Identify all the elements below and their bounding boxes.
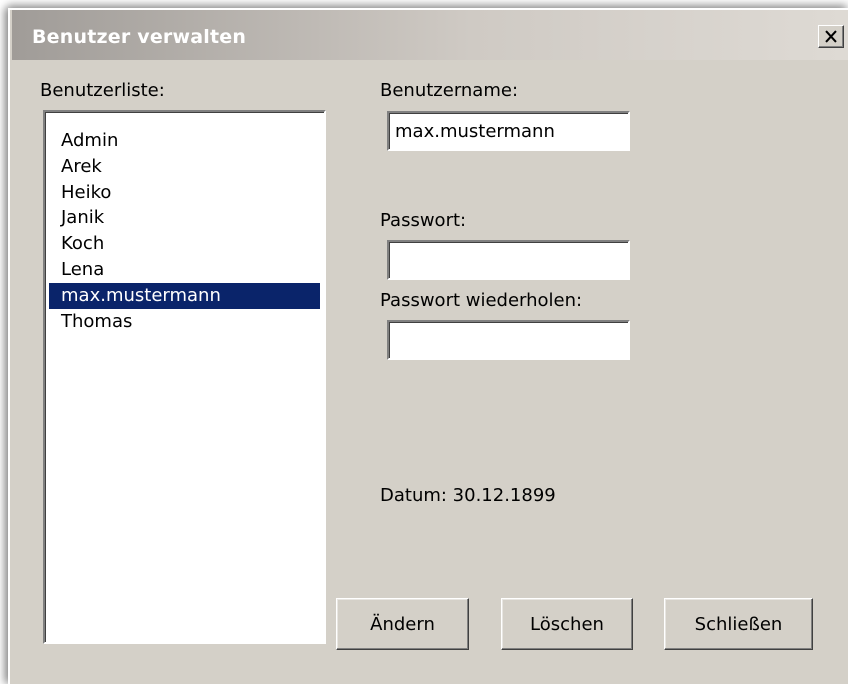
- password-label: Passwort:: [380, 210, 467, 231]
- password-input[interactable]: [387, 240, 630, 280]
- list-item[interactable]: Arek: [49, 154, 320, 180]
- change-button[interactable]: Ändern: [336, 598, 469, 650]
- username-input[interactable]: [387, 111, 630, 151]
- title-bar[interactable]: Benutzer verwalten: [12, 10, 848, 60]
- list-item[interactable]: Koch: [49, 231, 320, 257]
- user-listbox[interactable]: Admin Arek Heiko Janik Koch Lena max.musterman…: [43, 110, 326, 644]
- list-item[interactable]: Heiko: [49, 180, 320, 206]
- list-item[interactable]: Admin: [49, 128, 320, 154]
- close-button[interactable]: Schließen: [664, 598, 813, 650]
- list-item[interactable]: max.mustermann: [49, 282, 320, 309]
- delete-button[interactable]: Löschen: [501, 598, 633, 650]
- user-list: Admin Arek Heiko Janik Koch Lena max.musterman…: [45, 112, 324, 334]
- close-window-button[interactable]: [818, 25, 844, 48]
- username-label: Benutzername:: [380, 80, 519, 101]
- user-management-dialog: Benutzer verwalten Benutzerliste: Admin A…: [8, 8, 848, 684]
- userlist-label: Benutzerliste:: [40, 80, 165, 101]
- list-item[interactable]: Thomas: [49, 309, 320, 335]
- list-item[interactable]: Lena: [49, 257, 320, 283]
- window-title: Benutzer verwalten: [32, 26, 247, 48]
- date-text: Datum: 30.12.1899: [380, 485, 556, 506]
- password-repeat-label: Passwort wiederholen:: [380, 290, 583, 311]
- close-icon: [825, 30, 837, 43]
- password-repeat-input[interactable]: [387, 320, 630, 360]
- list-item[interactable]: Janik: [49, 205, 320, 231]
